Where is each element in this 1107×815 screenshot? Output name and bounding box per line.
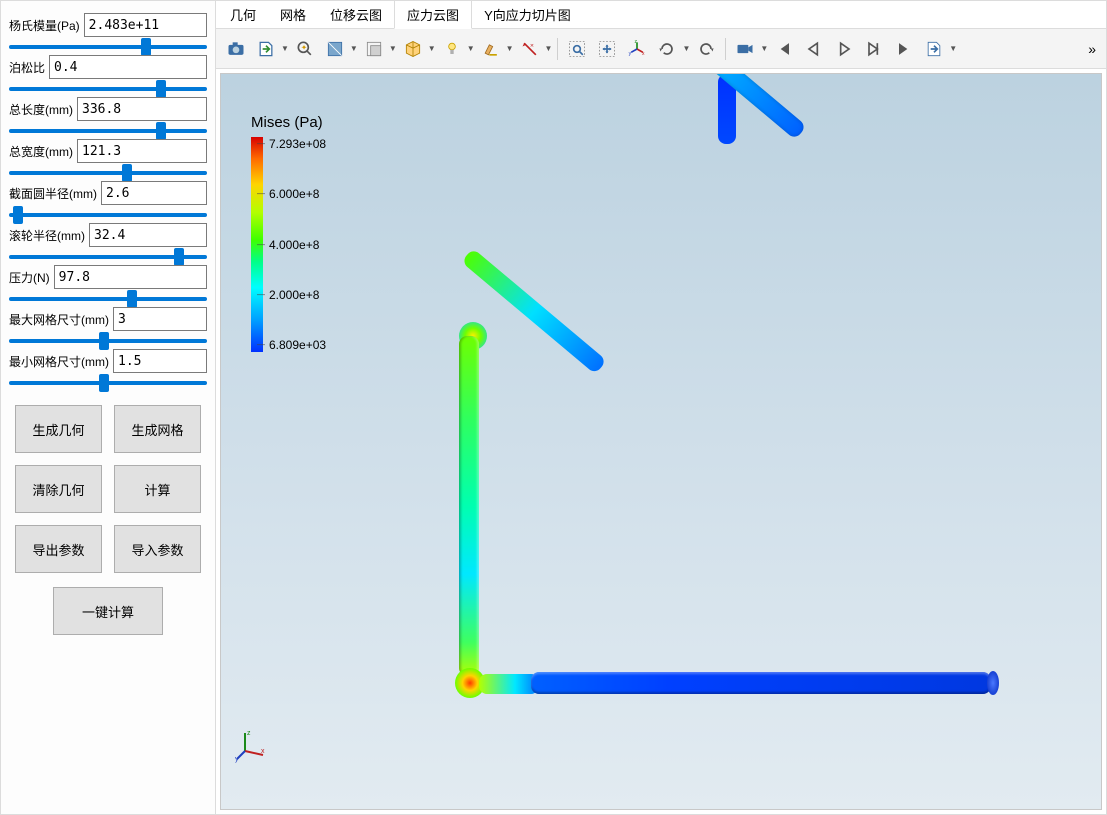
tab-3[interactable]: 应力云图	[394, 0, 472, 29]
param-slider-min_mesh[interactable]	[9, 375, 207, 391]
param-section_radius: 截面圆半径(mm)	[9, 181, 207, 223]
parameter-panel: 杨氏模量(Pa) 泊松比总长度(mm) 总宽度(mm) 截面圆半径(mm) 滚轮半径(m…	[1, 1, 216, 814]
generate-geometry-button[interactable]: 生成几何	[15, 405, 102, 453]
param-label-min_mesh: 最小网格尺寸(mm)	[9, 353, 109, 370]
param-label-youngs_modulus: 杨氏模量(Pa)	[9, 17, 80, 34]
rotate-ccw-dropdown-caret[interactable]: ▼	[682, 44, 690, 53]
clear-selection-icon[interactable]	[477, 35, 505, 63]
param-label-total_length: 总长度(mm)	[9, 101, 73, 118]
rotate-ccw-icon[interactable]	[653, 35, 681, 63]
param-slider-total_width[interactable]	[9, 165, 207, 181]
param-slider-poisson[interactable]	[9, 81, 207, 97]
param-min_mesh: 最小网格尺寸(mm)	[9, 349, 207, 391]
next-frame-icon[interactable]	[860, 35, 888, 63]
zoom-fit-icon[interactable]: ✦	[291, 35, 319, 63]
param-input-max_mesh[interactable]	[113, 307, 207, 331]
param-slider-youngs_modulus[interactable]	[9, 39, 207, 55]
param-input-total_width[interactable]	[77, 139, 207, 163]
param-input-section_radius[interactable]	[101, 181, 207, 205]
param-label-poisson: 泊松比	[9, 59, 45, 76]
loop-dropdown-caret[interactable]: ▼	[949, 44, 957, 53]
one-key-calc-button[interactable]: 一键计算	[53, 587, 163, 635]
lighting-dropdown-caret[interactable]: ▼	[467, 44, 475, 53]
tab-0[interactable]: 几何	[218, 1, 268, 28]
svg-text:×: ×	[530, 42, 534, 49]
view-tabs: 几何网格位移云图应力云图Y向应力切片图	[216, 1, 1106, 29]
slice-plane-icon[interactable]	[360, 35, 388, 63]
param-total_length: 总长度(mm)	[9, 97, 207, 139]
param-label-pressure: 压力(N)	[9, 269, 50, 286]
animation-record-icon[interactable]	[731, 35, 759, 63]
last-frame-icon[interactable]	[890, 35, 918, 63]
rotate-cw-icon[interactable]	[692, 35, 720, 63]
axis-triad-icon[interactable]: zxy	[623, 35, 651, 63]
param-slider-section_radius[interactable]	[9, 207, 207, 223]
viewcube-dropdown-caret[interactable]: ▼	[428, 44, 436, 53]
param-slider-roller_radius[interactable]	[9, 249, 207, 265]
param-label-section_radius: 截面圆半径(mm)	[9, 185, 97, 202]
prev-frame-icon[interactable]	[800, 35, 828, 63]
viewport-3d[interactable]: Mises (Pa) 7.293e+086.000e+84.000e+82.00…	[220, 73, 1102, 810]
toolbar-separator	[557, 38, 558, 60]
export-scene-icon[interactable]	[252, 35, 280, 63]
svg-text:x: x	[642, 50, 645, 56]
selection-dropdown-caret[interactable]: ▼	[350, 44, 358, 53]
toolbar-separator	[725, 38, 726, 60]
param-input-pressure[interactable]	[54, 265, 207, 289]
play-icon[interactable]	[830, 35, 858, 63]
pan-icon[interactable]	[593, 35, 621, 63]
import-params-button[interactable]: 导入参数	[114, 525, 201, 573]
param-youngs_modulus: 杨氏模量(Pa)	[9, 13, 207, 55]
param-input-min_mesh[interactable]	[113, 349, 207, 373]
calculate-button[interactable]: 计算	[114, 465, 201, 513]
param-max_mesh: 最大网格尺寸(mm)	[9, 307, 207, 349]
selection-mode-icon[interactable]	[321, 35, 349, 63]
svg-text:✦: ✦	[301, 42, 308, 51]
slice-dropdown-caret[interactable]: ▼	[389, 44, 397, 53]
param-poisson: 泊松比	[9, 55, 207, 97]
param-input-total_length[interactable]	[77, 97, 207, 121]
box-zoom-icon[interactable]	[563, 35, 591, 63]
param-label-max_mesh: 最大网格尺寸(mm)	[9, 311, 109, 328]
clear-dropdown-caret[interactable]: ▼	[506, 44, 514, 53]
param-total_width: 总宽度(mm)	[9, 139, 207, 181]
first-frame-icon[interactable]	[770, 35, 798, 63]
animation-dropdown-caret[interactable]: ▼	[760, 44, 768, 53]
toolbar-overflow-icon[interactable]: »	[1084, 39, 1100, 59]
param-label-roller_radius: 滚轮半径(mm)	[9, 227, 85, 244]
measure-dropdown-caret[interactable]: ▼	[545, 44, 553, 53]
tab-1[interactable]: 网格	[268, 1, 318, 28]
generate-mesh-button[interactable]: 生成网格	[114, 405, 201, 453]
param-slider-total_length[interactable]	[9, 123, 207, 139]
view-cube-icon[interactable]	[399, 35, 427, 63]
toolbar: ▼ ✦ ▼ ▼ ▼ ▼ ▼ × ▼ zxy ▼ ▼ ▼ »	[216, 29, 1106, 69]
action-button-grid: 生成几何 生成网格 清除几何 计算 导出参数 导入参数 一键计算	[9, 405, 207, 635]
screenshot-icon[interactable]	[222, 35, 250, 63]
param-slider-max_mesh[interactable]	[9, 333, 207, 349]
export-params-button[interactable]: 导出参数	[15, 525, 102, 573]
param-label-total_width: 总宽度(mm)	[9, 143, 73, 160]
lighting-icon[interactable]	[438, 35, 466, 63]
param-roller_radius: 滚轮半径(mm)	[9, 223, 207, 265]
tab-4[interactable]: Y向应力切片图	[472, 1, 583, 28]
clear-geometry-button[interactable]: 清除几何	[15, 465, 102, 513]
view-panel: 几何网格位移云图应力云图Y向应力切片图 ▼ ✦ ▼ ▼ ▼ ▼ ▼ × ▼ zxy…	[216, 1, 1106, 814]
param-pressure: 压力(N)	[9, 265, 207, 307]
fea-model	[221, 74, 1101, 809]
param-slider-pressure[interactable]	[9, 291, 207, 307]
param-input-youngs_modulus[interactable]	[84, 13, 207, 37]
measure-icon[interactable]: ×	[516, 35, 544, 63]
export-dropdown-caret[interactable]: ▼	[281, 44, 289, 53]
loop-export-icon[interactable]	[920, 35, 948, 63]
tab-2[interactable]: 位移云图	[318, 1, 394, 28]
param-input-roller_radius[interactable]	[89, 223, 207, 247]
param-input-poisson[interactable]	[49, 55, 207, 79]
